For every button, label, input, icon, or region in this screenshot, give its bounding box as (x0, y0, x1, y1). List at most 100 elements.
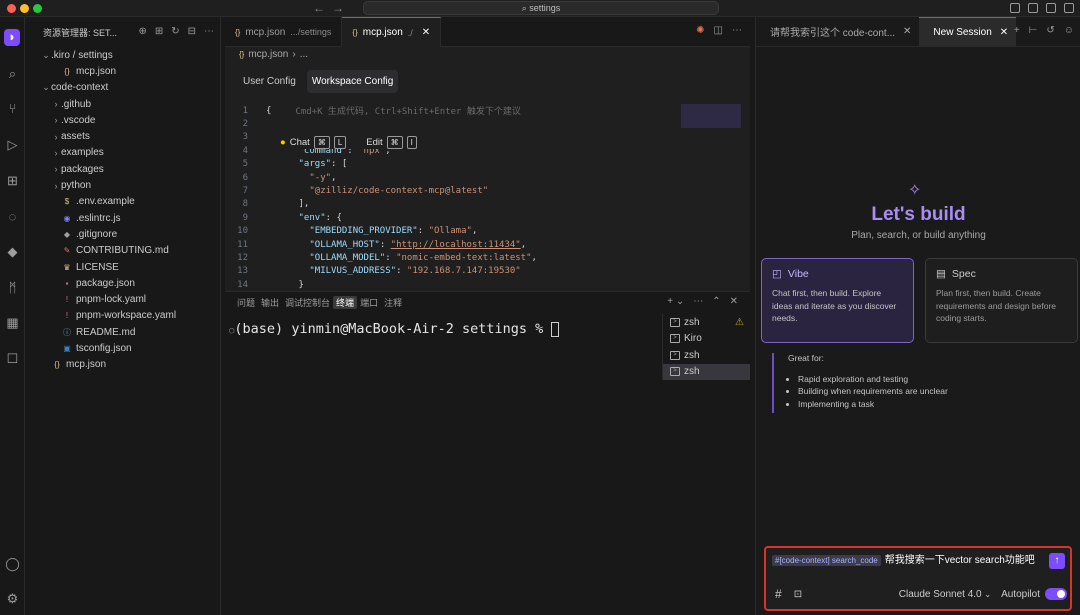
context-chip[interactable]: #[code-context] search_code (772, 555, 881, 566)
tree-item[interactable]: $ .env.example (25, 194, 220, 210)
search-icon[interactable]: ⌕ (5, 66, 20, 81)
new-session-icon[interactable]: + (1014, 25, 1020, 36)
json-punctuation: ], (298, 199, 310, 210)
settings-gear-icon[interactable]: ⚙ (5, 591, 20, 606)
panel-tab[interactable]: 输出 (258, 296, 282, 309)
tree-item[interactable]: › examples (25, 145, 220, 161)
tree-item[interactable]: › assets (25, 128, 220, 144)
tree-item[interactable]: ! pnpm-workspace.yaml (25, 308, 220, 324)
tree-item[interactable]: ! pnpm-lock.yaml (25, 291, 220, 307)
tree-item[interactable]: ◉ .eslintrc.js (25, 210, 220, 226)
history-icon[interactable]: ↺ (1046, 25, 1054, 36)
new-file-icon[interactable]: ⊕ (138, 26, 146, 37)
chat-input[interactable]: #[code-context] search_code 帮我搜索一下vector … (772, 554, 1042, 567)
model-name: Claude Sonnet 4.0 (898, 588, 982, 600)
tree-item[interactable]: › python (25, 177, 220, 193)
tree-item[interactable]: ⓘ README.md (25, 324, 220, 340)
more-actions-icon[interactable]: ⋯ (693, 296, 703, 307)
split-icon[interactable]: ⊢ (1029, 25, 1038, 36)
breadcrumb-more[interactable]: ... (300, 49, 308, 60)
split-editor-icon[interactable]: ◫ (714, 25, 723, 36)
tree-item[interactable]: {} mcp.json (25, 63, 220, 79)
panel-tab[interactable]: 注释 (381, 296, 405, 309)
more-actions-icon[interactable]: ⋯ (732, 25, 742, 36)
new-terminal-icon[interactable]: + ⌄ (667, 296, 684, 307)
send-button[interactable]: ↑ (1049, 553, 1065, 569)
tree-item[interactable]: › packages (25, 161, 220, 177)
minimap[interactable] (681, 104, 741, 128)
close-tab-icon[interactable]: ✕ (422, 27, 430, 38)
feedback-icon[interactable]: ☺ (1064, 25, 1074, 36)
tab-mcp-json-active[interactable]: {} mcp.json ./ ✕ (342, 17, 442, 47)
vibe-mode-card[interactable]: ◰ Vibe Chat first, then build. Explore id… (761, 258, 914, 343)
chat-hint-label[interactable]: Chat (290, 137, 310, 148)
tree-item[interactable]: ✎ CONTRIBUTING.md (25, 243, 220, 259)
chat-input-box[interactable]: #[code-context] search_code 帮我搜索一下vector … (764, 546, 1072, 611)
close-tab-icon[interactable]: ✕ (1000, 27, 1008, 38)
tree-item[interactable]: ▣ tsconfig.json (25, 340, 220, 356)
toggle-sidebar-icon[interactable] (1028, 3, 1038, 13)
panel-tab[interactable]: 问题 (234, 296, 258, 309)
image-attach-icon[interactable]: ⊡ (794, 589, 802, 600)
kiro-spark-icon[interactable]: ✺ (696, 25, 704, 36)
collapse-all-icon[interactable]: ⊟ (188, 26, 196, 37)
terminal-output[interactable]: ○(base) yinmin@MacBook-Air-2 settings % (229, 321, 560, 337)
layout-icon[interactable] (1010, 3, 1020, 13)
run-debug-icon[interactable]: ▷ (5, 137, 20, 152)
close-tab-icon[interactable]: ✕ (903, 26, 911, 37)
terminal-instance[interactable]: > zsh (663, 347, 750, 364)
docker-icon[interactable]: ▦ (5, 315, 20, 330)
refresh-icon[interactable]: ↻ (171, 26, 179, 37)
tree-item[interactable]: ◆ .gitignore (25, 226, 220, 242)
kiro-logo-icon[interactable]: ◗ (4, 29, 20, 46)
robot-icon[interactable]: ☐ (5, 351, 20, 366)
panel-tab[interactable]: 调试控制台 (282, 296, 333, 309)
tree-item[interactable]: ⌄ .kiro / settings (25, 47, 220, 63)
account-icon[interactable]: ◯ (5, 556, 20, 571)
lightbulb-icon[interactable]: ● (280, 137, 286, 148)
chat-tab-session[interactable]: 请帮我索引这个 code-cont... ✕ (756, 17, 919, 47)
line-number: 11 (237, 239, 248, 250)
toggle-secondary-sidebar-icon[interactable] (1064, 3, 1074, 13)
code-editor[interactable]: 1 {Cmd+K 生成代码, Ctrl+Shift+Enter 触发下个建议 2 3 4… (225, 104, 750, 291)
autopilot-toggle[interactable] (1045, 588, 1067, 600)
new-folder-icon[interactable]: ⊞ (155, 26, 163, 37)
tree-item[interactable]: ▪ package.json (25, 275, 220, 291)
maximize-panel-icon[interactable]: ⌃ (712, 296, 720, 307)
tree-item[interactable]: › .github (25, 96, 220, 112)
close-window-button[interactable] (7, 4, 16, 13)
tab-mcp-json-settings[interactable]: {} mcp.json .../settings (225, 17, 343, 47)
tree-item[interactable]: {} mcp.json (25, 357, 220, 373)
terminal-instance[interactable]: > zsh ⚠ (663, 314, 750, 331)
panel-tab[interactable]: 端口 (357, 296, 381, 309)
hash-context-icon[interactable]: # (775, 587, 782, 601)
maximize-window-button[interactable] (33, 4, 42, 13)
extensions-icon[interactable]: ⊞ (5, 173, 20, 188)
chat-tab-new-session[interactable]: New Session ✕ (919, 16, 1017, 47)
breadcrumb-file[interactable]: mcp.json (248, 49, 288, 60)
m-logo-icon[interactable]: ᛗ (5, 280, 20, 295)
close-panel-icon[interactable]: ✕ (730, 296, 738, 307)
minimize-window-button[interactable] (20, 4, 29, 13)
spec-mode-card[interactable]: ▤ Spec Plan first, then build. Create req… (925, 258, 1078, 343)
terminal-instance[interactable]: > Kiro (663, 331, 750, 348)
forward-arrow-icon[interactable]: → (332, 1, 344, 15)
user-config-tab[interactable]: User Config (238, 70, 301, 93)
source-control-icon[interactable]: ⑂ (5, 101, 20, 116)
box-icon[interactable]: ◆ (5, 244, 20, 259)
edit-hint-label[interactable]: Edit (366, 137, 382, 148)
terminal-instance[interactable]: > zsh (663, 363, 750, 380)
command-center-search[interactable]: ⌕ settings (363, 1, 719, 15)
tree-item[interactable]: ⌄ code-context (25, 80, 220, 96)
tree-item-label: assets (61, 131, 90, 143)
model-selector[interactable]: Claude Sonnet 4.0 ⌄ (899, 589, 991, 600)
workspace-config-tab[interactable]: Workspace Config (306, 70, 399, 93)
json-value: "192.168.7.147:19530" (406, 266, 521, 277)
toggle-panel-icon[interactable] (1046, 3, 1056, 13)
kiro-ghost-icon[interactable]: ◌ (5, 209, 20, 224)
tree-item[interactable]: › .vscode (25, 112, 220, 128)
more-actions-icon[interactable]: ⋯ (204, 26, 214, 37)
back-arrow-icon[interactable]: ← (313, 1, 325, 15)
tree-item[interactable]: ♛ LICENSE (25, 259, 220, 275)
panel-tab[interactable]: 终端 (333, 295, 358, 309)
